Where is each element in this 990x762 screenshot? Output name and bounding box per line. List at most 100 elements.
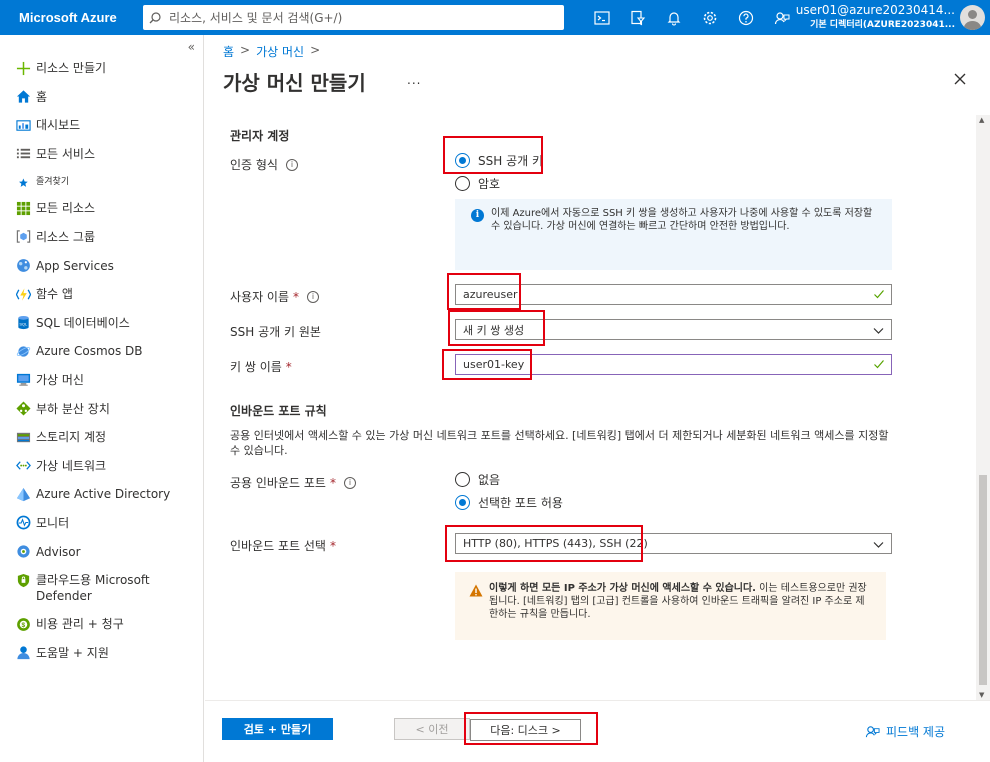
public-ports-allow-radio[interactable]: 선택한 포트 허용 — [455, 494, 563, 511]
sidebar-item-label: 부하 분산 장치 — [36, 401, 110, 416]
radio-unselected-icon — [455, 176, 470, 191]
radio-selected-icon — [455, 495, 470, 510]
active-directory-icon — [15, 486, 31, 502]
svg-text:$: $ — [21, 622, 25, 629]
cosmos-db-icon — [15, 343, 31, 359]
sidebar-item-label: Azure Active Directory — [36, 487, 171, 502]
account-info[interactable]: user01@azure20230414... 기본 디렉터리(AZURE202… — [796, 3, 955, 32]
svg-text:SQL: SQL — [19, 322, 28, 327]
sidebar-item-advisor[interactable]: Advisor — [0, 544, 204, 573]
info-icon: i — [471, 209, 484, 222]
cost-management-icon: $ — [15, 616, 31, 632]
sidebar-item-monitor[interactable]: 모니터 — [0, 515, 204, 544]
sidebar-item-app-services[interactable]: App Services — [0, 258, 204, 287]
sidebar-section-favorites: 즐겨찾기 — [0, 174, 204, 200]
ssh-info-box: i 이제 Azure에서 자동으로 SSH 키 쌍을 생성하고 사용자가 나중에… — [455, 199, 892, 270]
sidebar-item-label: 리소스 만들기 — [36, 61, 107, 75]
sidebar-item-help-support[interactable]: 도움말 + 지원 — [0, 645, 204, 674]
required-mark: * — [293, 289, 300, 304]
sidebar-item-load-balancer[interactable]: 부하 분산 장치 — [0, 401, 204, 430]
search-placeholder: 리소스, 서비스 및 문서 검색(G+/) — [169, 11, 343, 25]
sidebar-nav: 리소스 만들기 홈 대시보드 모든 서비스 즐겨찾기 모든 리소스 리소스 그룹 — [0, 60, 204, 673]
username-value: azureuser — [463, 288, 518, 301]
directory-filter-icon[interactable] — [620, 0, 656, 35]
global-search-input[interactable]: 리소스, 서비스 및 문서 검색(G+/) — [143, 5, 564, 30]
sidebar-item-active-directory[interactable]: Azure Active Directory — [0, 486, 204, 515]
sidebar-item-cosmos-db[interactable]: Azure Cosmos DB — [0, 343, 204, 372]
sidebar-item-label: Advisor — [36, 544, 81, 559]
advisor-icon — [15, 544, 31, 560]
radio-label: SSH 공개 키 — [478, 154, 544, 168]
vertical-scrollbar[interactable]: ▲ ▼ — [976, 115, 990, 700]
warning-bold-text: 이렇게 하면 모든 IP 주소가 가상 머신에 액세스할 수 있습니다. — [489, 583, 756, 594]
previous-button[interactable]: < 이전 — [394, 718, 470, 740]
cloud-shell-icon[interactable] — [584, 0, 620, 35]
review-create-button[interactable]: 검토 + 만들기 — [222, 718, 333, 740]
plus-icon — [15, 60, 31, 76]
feedback-label: 피드백 제공 — [886, 725, 946, 739]
sidebar-item-label: 모니터 — [36, 515, 70, 530]
home-icon — [15, 89, 31, 105]
next-disks-button[interactable]: 다음: 디스크 > — [470, 719, 581, 741]
info-icon[interactable]: i — [343, 476, 356, 489]
public-ports-none-radio[interactable]: 없음 — [455, 471, 500, 488]
avatar[interactable] — [960, 5, 985, 30]
info-icon[interactable]: i — [307, 290, 320, 303]
inbound-warning-box: 이렇게 하면 모든 IP 주소가 가상 머신에 액세스할 수 있습니다. 이는 … — [455, 572, 886, 640]
auth-ssh-radio[interactable]: SSH 공개 키 — [455, 152, 543, 169]
inbound-ports-select[interactable]: HTTP (80), HTTPS (443), SSH (22) — [455, 533, 892, 554]
virtual-network-icon — [15, 458, 31, 474]
scrollbar-thumb[interactable] — [979, 475, 987, 685]
feedback-icon[interactable] — [764, 0, 800, 35]
sidebar-item-cost-management[interactable]: $ 비용 관리 + 청구 — [0, 616, 204, 645]
sidebar-item-label: Azure Cosmos DB — [36, 344, 143, 359]
notifications-icon[interactable] — [656, 0, 692, 35]
sidebar-item-virtual-networks[interactable]: 가상 네트워크 — [0, 458, 204, 487]
username-label-text: 사용자 이름 — [230, 290, 290, 304]
sidebar-item-storage-accounts[interactable]: 스토리지 계정 — [0, 429, 204, 458]
radio-label: 암호 — [478, 177, 501, 191]
sidebar-item-all-services[interactable]: 모든 서비스 — [0, 146, 204, 175]
all-services-icon — [15, 146, 31, 162]
sidebar-item-all-resources[interactable]: 모든 리소스 — [0, 200, 204, 229]
username-label: 사용자 이름 * i — [230, 288, 320, 305]
settings-icon[interactable] — [692, 0, 728, 35]
feedback-link[interactable]: 피드백 제공 — [865, 723, 945, 740]
admin-account-heading: 관리자 계정 — [230, 129, 290, 143]
help-icon[interactable] — [728, 0, 764, 35]
sidebar-item-create-resource[interactable]: 리소스 만들기 — [0, 60, 204, 89]
sidebar-item-label: 스토리지 계정 — [36, 430, 107, 445]
sidebar-item-resource-groups[interactable]: 리소스 그룹 — [0, 229, 204, 258]
form-content: 관리자 계정 인증 형식 i SSH 공개 키 암호 i 이제 Azure에서 … — [205, 35, 975, 700]
resource-group-icon — [15, 229, 31, 245]
brand-logo[interactable]: Microsoft Azure — [0, 10, 145, 25]
sidebar-item-home[interactable]: 홈 — [0, 89, 204, 118]
top-bar: Microsoft Azure 리소스, 서비스 및 문서 검색(G+/) us… — [0, 0, 990, 35]
load-balancer-icon — [15, 401, 31, 417]
sidebar-item-virtual-machines[interactable]: 가상 머신 — [0, 372, 204, 401]
inbound-rules-heading: 인바운드 포트 규칙 — [230, 404, 327, 418]
sidebar-item-sql-database[interactable]: SQL SQL 데이터베이스 — [0, 315, 204, 344]
sidebar-item-function-app[interactable]: 함수 앱 — [0, 286, 204, 315]
sidebar-item-label: 도움말 + 지원 — [36, 645, 109, 660]
sidebar-item-defender[interactable]: 클라우드용 Microsoft Defender — [0, 572, 204, 616]
help-support-icon — [15, 645, 31, 661]
public-ports-label: 공용 인바운드 포트 * i — [230, 474, 356, 491]
defender-icon — [15, 572, 31, 588]
collapse-sidebar-button[interactable]: « — [188, 40, 195, 54]
radio-selected-icon — [455, 153, 470, 168]
username-input[interactable]: azureuser — [455, 284, 892, 305]
storage-account-icon — [15, 429, 31, 445]
scroll-down-icon[interactable]: ▼ — [979, 691, 984, 699]
auth-password-radio[interactable]: 암호 — [455, 175, 500, 192]
check-icon — [874, 290, 884, 299]
keypair-name-input[interactable]: user01-key — [455, 354, 892, 375]
footer-divider — [205, 700, 990, 701]
ssh-source-select[interactable]: 새 키 쌍 생성 — [455, 319, 892, 340]
scroll-up-icon[interactable]: ▲ — [979, 116, 984, 124]
info-icon[interactable]: i — [285, 158, 298, 171]
sidebar-item-label: 모든 리소스 — [36, 201, 96, 216]
auth-type-label-text: 인증 형식 — [230, 158, 278, 172]
keypair-name-label: 키 쌍 이름 * — [230, 358, 292, 375]
sidebar-item-dashboard[interactable]: 대시보드 — [0, 117, 204, 146]
